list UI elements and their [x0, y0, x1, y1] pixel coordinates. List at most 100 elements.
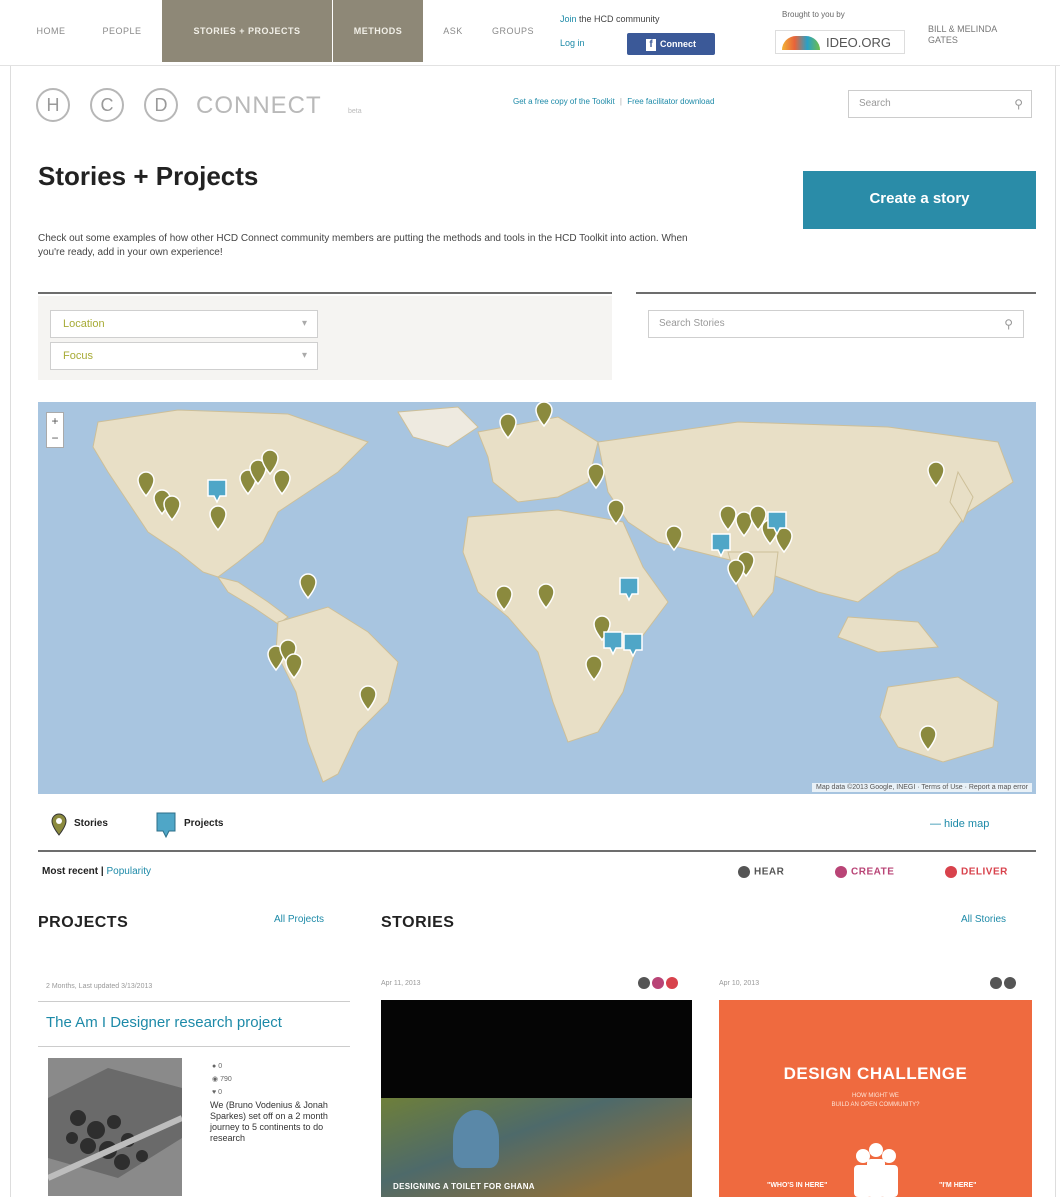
- all-stories-link[interactable]: All Stories: [961, 914, 1006, 925]
- facebook-connect-button[interactable]: f Connect: [627, 33, 715, 55]
- nav-tab-ask[interactable]: ASK: [428, 0, 478, 62]
- project-meta: 2 Months, Last updated 3/13/2013: [46, 983, 153, 990]
- site-search-input[interactable]: Search ⚲: [848, 90, 1032, 118]
- filter-create-label: CREATE: [851, 866, 895, 878]
- logo-letter-d: D: [144, 88, 178, 122]
- project-photo: [48, 1058, 182, 1196]
- hear-icon: [990, 977, 1002, 989]
- stat-comments: ● 0: [212, 1063, 223, 1070]
- map-attribution[interactable]: Map data ©2013 Google, INEGI · Terms of …: [811, 783, 1032, 792]
- divider: [636, 292, 1036, 294]
- map-canvas[interactable]: [38, 402, 1036, 794]
- divider: [38, 1046, 350, 1047]
- stories-heading: STORIES: [381, 914, 455, 931]
- nav-tab-people[interactable]: PEOPLE: [86, 0, 158, 62]
- divider: [38, 1001, 350, 1002]
- land-south-america: [275, 606, 399, 783]
- brought-by-label: Brought to you by: [782, 10, 845, 19]
- ideo-logo-text: IDEO.ORG: [826, 35, 892, 50]
- challenge-subtitle: HOW MIGHT WE BUILD AN OPEN COMMUNITY?: [831, 1093, 920, 1108]
- project-thumbnail[interactable]: [48, 1058, 182, 1196]
- project-description: We (Bruno Vodenius & Jonah Sparkes) set …: [210, 1100, 328, 1143]
- search-icon[interactable]: ⚲: [1014, 91, 1023, 117]
- filter-hear[interactable]: HEAR: [738, 866, 784, 878]
- location-dropdown[interactable]: Location ▾: [50, 310, 318, 338]
- intro-text: Check out some examples of how other HCD…: [38, 233, 688, 258]
- create-story-button[interactable]: Create a story: [803, 171, 1036, 229]
- legend-stories-label: Stories: [74, 818, 108, 829]
- projects-heading: PROJECTS: [38, 914, 129, 931]
- filter-create[interactable]: CREATE: [835, 866, 894, 878]
- land-north-america: [92, 409, 369, 578]
- legend-projects-label: Projects: [184, 818, 224, 829]
- filter-deliver[interactable]: DELIVER: [945, 866, 1008, 878]
- location-dropdown-value: Location: [63, 318, 105, 330]
- gates-foundation-logo[interactable]: BILL & MELINDA GATES: [928, 24, 1014, 46]
- person-figure: [453, 1110, 499, 1168]
- nav-tab-methods[interactable]: METHODS: [333, 0, 423, 62]
- logo-beta: beta: [348, 108, 362, 115]
- project-stats: ● 0 ◉ 790 ♥ 0: [212, 1060, 232, 1099]
- nav-tab-stories-projects[interactable]: STORIES + PROJECTS: [162, 0, 332, 62]
- story-date: Apr 10, 2013: [719, 980, 760, 987]
- story-phase-dots: [636, 976, 678, 994]
- land-africa: [462, 509, 669, 743]
- people-icon: [854, 1143, 898, 1197]
- legend-stories: Stories: [50, 812, 108, 841]
- hear-icon: [738, 866, 750, 878]
- zoom-out-button[interactable]: −: [47, 430, 63, 447]
- hide-map-link[interactable]: — hide map: [930, 818, 989, 830]
- top-navigation: HOME PEOPLE STORIES + PROJECTS METHODS A…: [0, 0, 1060, 66]
- ideo-org-logo[interactable]: IDEO.ORG: [775, 30, 905, 54]
- logo-letter-h: H: [36, 88, 70, 122]
- challenge-caption-right: "I'M HERE": [939, 1182, 977, 1189]
- land-australia: [879, 676, 999, 763]
- legend-projects: Projects: [156, 812, 223, 843]
- link-divider: |: [619, 97, 622, 106]
- sort-options: Most recent | Popularity: [42, 866, 151, 877]
- login-link[interactable]: Log in: [560, 38, 585, 48]
- create-icon: [652, 977, 664, 989]
- ideo-arc-icon: [782, 36, 820, 50]
- join-community: Join the HCD community: [560, 14, 660, 24]
- filter-deliver-label: DELIVER: [961, 866, 1008, 878]
- all-projects-link[interactable]: All Projects: [274, 914, 324, 925]
- land-greenland: [397, 406, 479, 448]
- divider: [38, 292, 612, 294]
- design-challenge-thumbnail[interactable]: DESIGN CHALLENGE HOW MIGHT WE BUILD AN O…: [719, 1000, 1032, 1197]
- join-link[interactable]: Join: [560, 14, 577, 24]
- story-pin[interactable]: [587, 463, 605, 490]
- world-map[interactable]: + − Map data ©2013 Google, INEGI · Terms…: [38, 402, 1036, 794]
- story-video-thumbnail[interactable]: DESIGNING A TOILET FOR GHANA: [381, 1000, 692, 1197]
- challenge-title: DESIGN CHALLENGE: [783, 1064, 968, 1083]
- zoom-in-button[interactable]: +: [47, 413, 63, 430]
- chevron-down-icon: ▾: [301, 318, 307, 329]
- land-central-america: [216, 576, 289, 625]
- deliver-icon: [666, 977, 678, 989]
- deliver-icon: [945, 866, 957, 878]
- story-date: Apr 11, 2013: [381, 980, 421, 987]
- search-icon[interactable]: ⚲: [1004, 311, 1013, 337]
- story-caption: DESIGNING A TOILET FOR GHANA: [393, 1182, 535, 1191]
- story-pin[interactable]: [299, 573, 317, 600]
- create-icon: [835, 866, 847, 878]
- land-indonesia: [837, 616, 939, 653]
- free-toolkit-link[interactable]: Get a free copy of the Toolkit: [513, 97, 615, 106]
- logo-letter-c: C: [90, 88, 124, 122]
- project-title-link[interactable]: The Am I Designer research project: [46, 1014, 282, 1031]
- hear-icon: [638, 977, 650, 989]
- sort-popularity[interactable]: Popularity: [107, 866, 151, 877]
- filter-hear-label: HEAR: [754, 866, 785, 878]
- sort-most-recent[interactable]: Most recent: [42, 866, 98, 877]
- search-stories-placeholder: Search Stories: [659, 318, 725, 329]
- divider: [38, 850, 1036, 852]
- focus-dropdown[interactable]: Focus ▾: [50, 342, 318, 370]
- map-zoom-control: + −: [46, 412, 64, 448]
- nav-tab-home[interactable]: HOME: [20, 0, 82, 62]
- story-pin-icon: [51, 813, 67, 836]
- nav-tab-groups[interactable]: GROUPS: [482, 0, 544, 62]
- site-search-placeholder: Search: [859, 98, 891, 109]
- search-stories-input[interactable]: Search Stories ⚲: [648, 310, 1024, 338]
- facilitator-download-link[interactable]: Free facilitator download: [627, 97, 714, 106]
- chevron-down-icon: ▾: [301, 350, 307, 361]
